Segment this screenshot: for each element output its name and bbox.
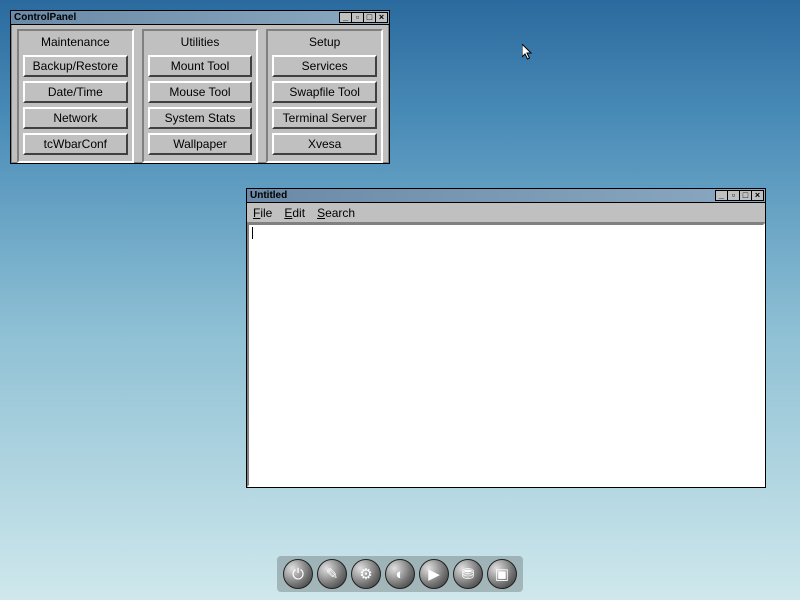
xvesa-button[interactable]: Xvesa — [272, 133, 377, 155]
services-button[interactable]: Services — [272, 55, 377, 77]
editor-titlebar-buttons: _ ▫ □ × — [715, 190, 764, 201]
dock: ⏻ ✎ ⚙ ◐ ▶ ⛃ ▣ — [277, 556, 523, 592]
menu-file-accel: F — [253, 206, 260, 220]
date-time-button[interactable]: Date/Time — [23, 81, 128, 103]
editor-titlebar[interactable]: Untitled _ ▫ □ × — [247, 189, 765, 203]
editor-textarea[interactable] — [247, 223, 765, 487]
dock-mount-icon[interactable]: ⛃ — [453, 559, 483, 589]
close-button[interactable]: × — [375, 12, 388, 23]
control-panel-column-utilities: Utilities Mount Tool Mouse Tool System S… — [142, 29, 259, 163]
dock-run-icon[interactable]: ▶ — [419, 559, 449, 589]
control-panel-column-setup: Setup Services Swapfile Tool Terminal Se… — [266, 29, 383, 163]
network-button[interactable]: Network — [23, 107, 128, 129]
editor-window: Untitled _ ▫ □ × File Edit Search — [246, 188, 766, 488]
editor-menubar: File Edit Search — [247, 203, 765, 223]
tcwbarconf-button[interactable]: tcWbarConf — [23, 133, 128, 155]
dock-editor-icon[interactable]: ✎ — [317, 559, 347, 589]
mouse-cursor-icon — [522, 44, 534, 62]
menu-edit-accel: E — [284, 206, 292, 220]
control-panel-titlebar[interactable]: ControlPanel _ ▫ □ × — [11, 11, 389, 25]
wallpaper-button[interactable]: Wallpaper — [148, 133, 253, 155]
close-button[interactable]: × — [751, 190, 764, 201]
control-panel-title: ControlPanel — [12, 12, 76, 23]
dock-apps-icon[interactable]: ◐ — [385, 559, 415, 589]
dock-control-panel-icon[interactable]: ⚙ — [351, 559, 381, 589]
swapfile-tool-button[interactable]: Swapfile Tool — [272, 81, 377, 103]
menu-search[interactable]: Search — [317, 206, 355, 220]
menu-edit[interactable]: Edit — [284, 206, 305, 220]
backup-restore-button[interactable]: Backup/Restore — [23, 55, 128, 77]
dock-exit-icon[interactable]: ⏻ — [283, 559, 313, 589]
control-panel-window: ControlPanel _ ▫ □ × Maintenance Backup/… — [10, 10, 390, 164]
menu-file[interactable]: File — [253, 206, 272, 220]
column-title: Utilities — [148, 33, 253, 53]
control-panel-column-maintenance: Maintenance Backup/Restore Date/Time Net… — [17, 29, 134, 163]
text-caret — [252, 227, 253, 239]
terminal-server-button[interactable]: Terminal Server — [272, 107, 377, 129]
column-title: Setup — [272, 33, 377, 53]
menu-search-accel: S — [317, 206, 325, 220]
column-title: Maintenance — [23, 33, 128, 53]
mount-tool-button[interactable]: Mount Tool — [148, 55, 253, 77]
system-stats-button[interactable]: System Stats — [148, 107, 253, 129]
mouse-tool-button[interactable]: Mouse Tool — [148, 81, 253, 103]
dock-terminal-icon[interactable]: ▣ — [487, 559, 517, 589]
editor-title: Untitled — [248, 190, 287, 201]
control-panel-titlebar-buttons: _ ▫ □ × — [339, 12, 388, 23]
control-panel-body: Maintenance Backup/Restore Date/Time Net… — [11, 25, 389, 169]
